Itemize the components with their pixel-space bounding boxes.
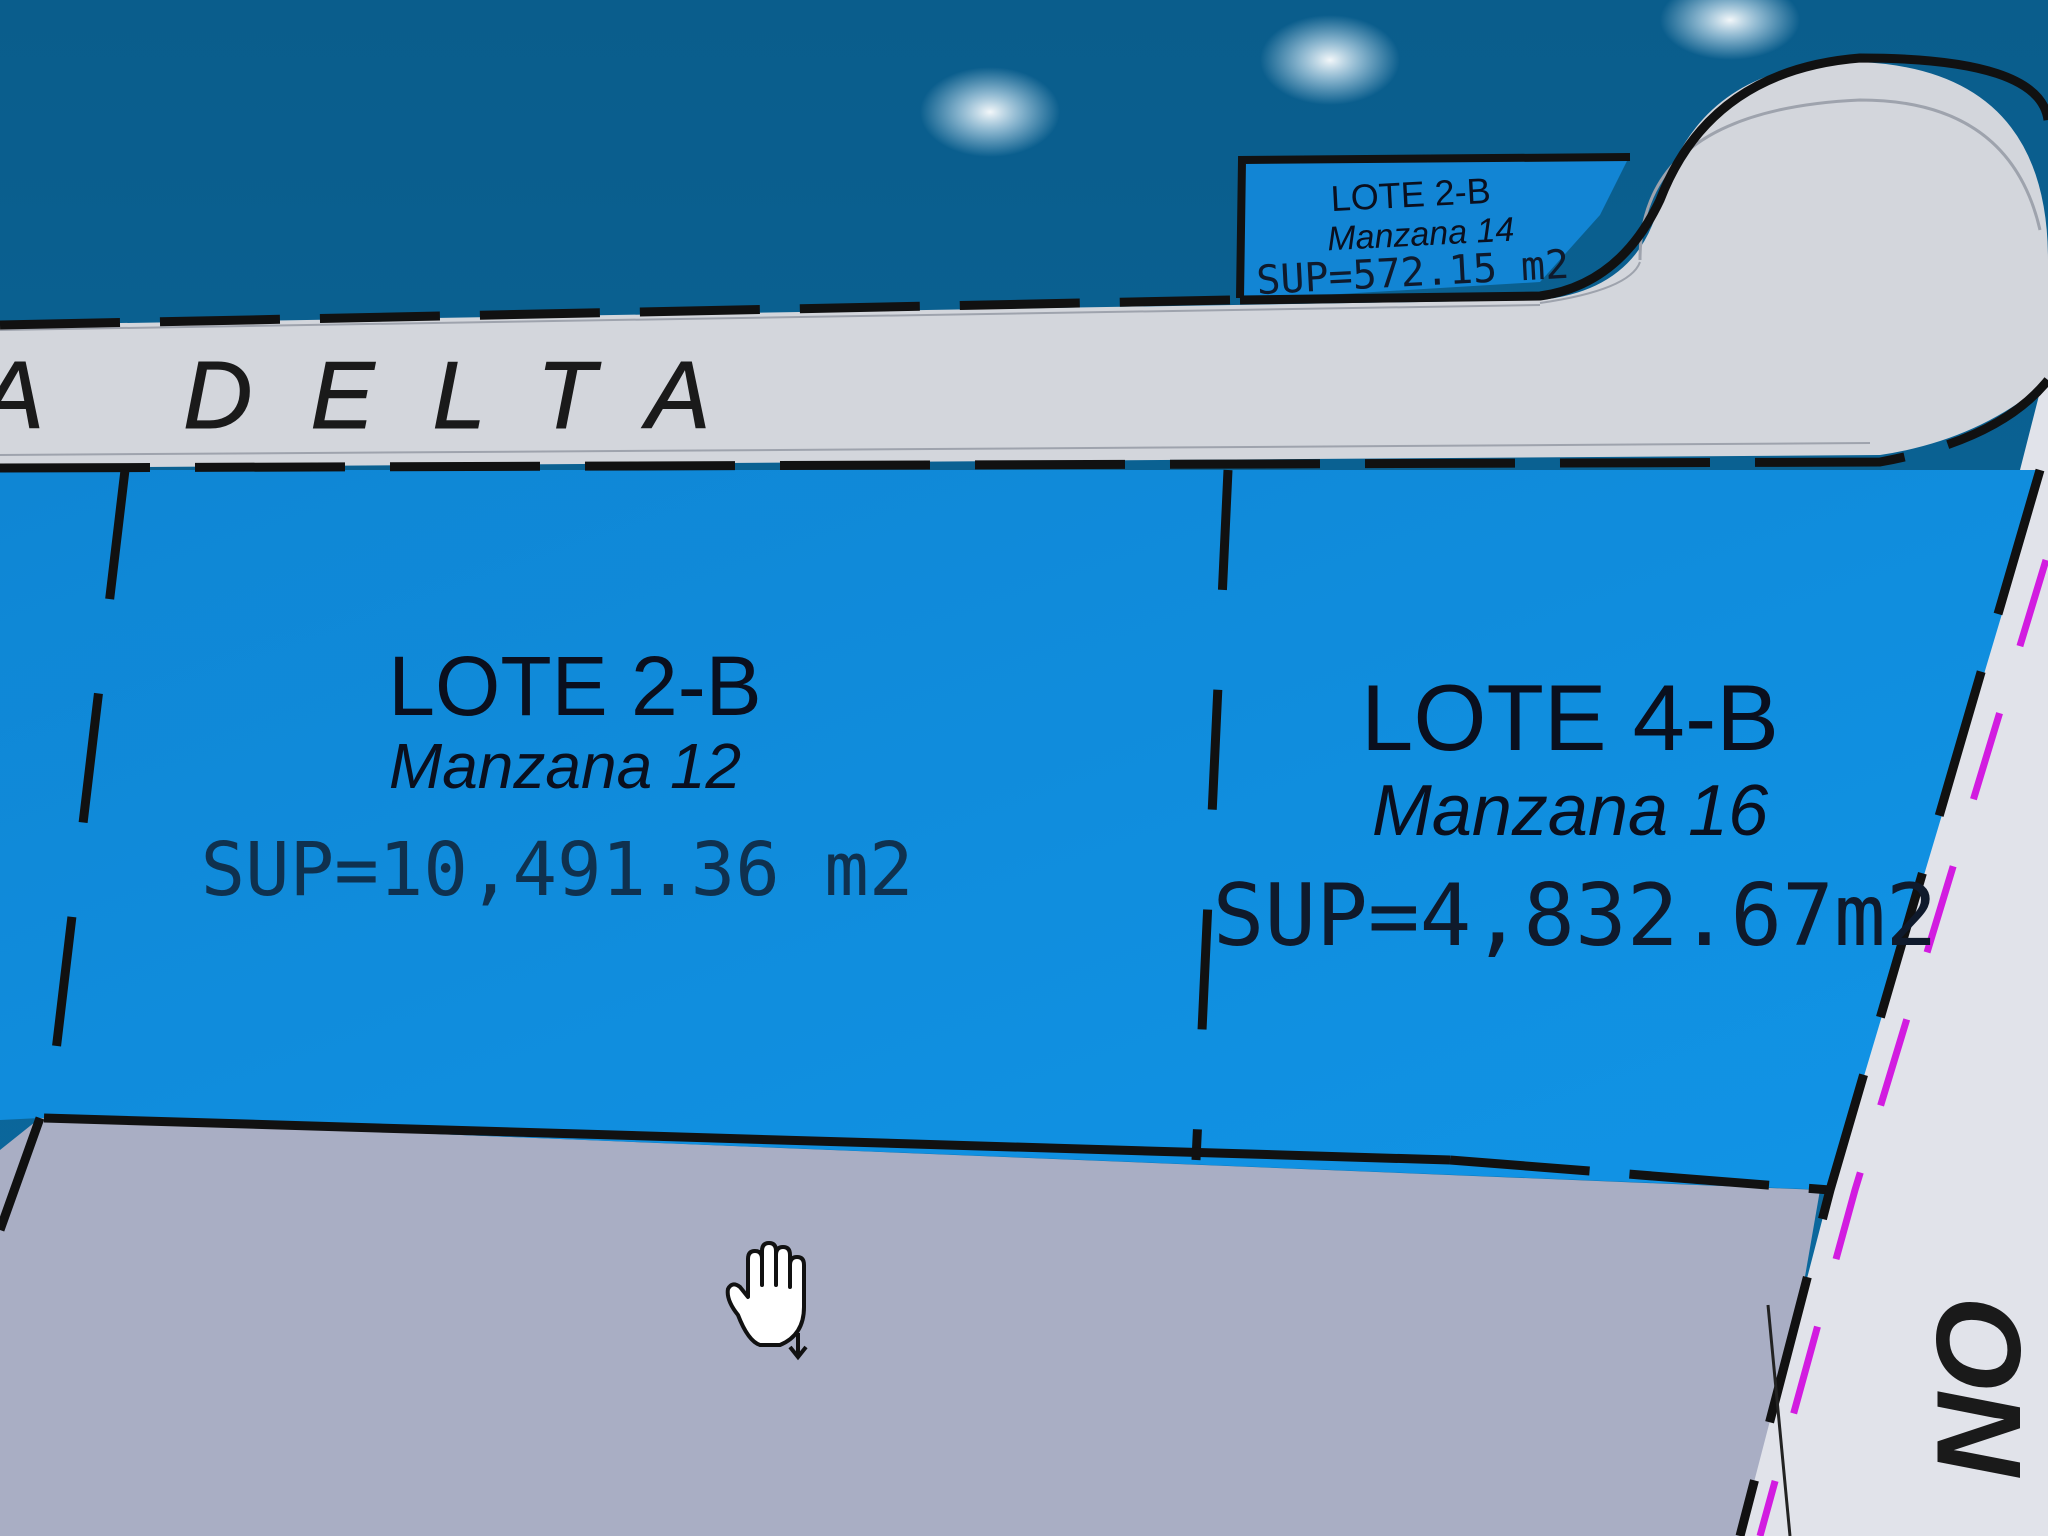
lot-title: LOTE 2-B	[388, 639, 761, 733]
street-name-label: A DELTA	[0, 342, 768, 449]
lot-manzana: Manzana 16	[1372, 771, 1769, 851]
site-plan-canvas[interactable]: A DELTA LOTE 2-B Manzana 14 SUP=572.15 m…	[0, 0, 2048, 1536]
lot-title: LOTE 2-B	[1330, 170, 1492, 219]
side-street-label-partial: NO	[1912, 1300, 2046, 1480]
lot-area: SUP=10,491.36 m2	[201, 827, 914, 913]
lower-parcel-area	[0, 1118, 1820, 1536]
lot-title: LOTE 4-B	[1361, 665, 1779, 770]
lot-area: SUP=4,832.67m2	[1213, 866, 1938, 966]
lot-manzana: Manzana 12	[389, 730, 741, 802]
